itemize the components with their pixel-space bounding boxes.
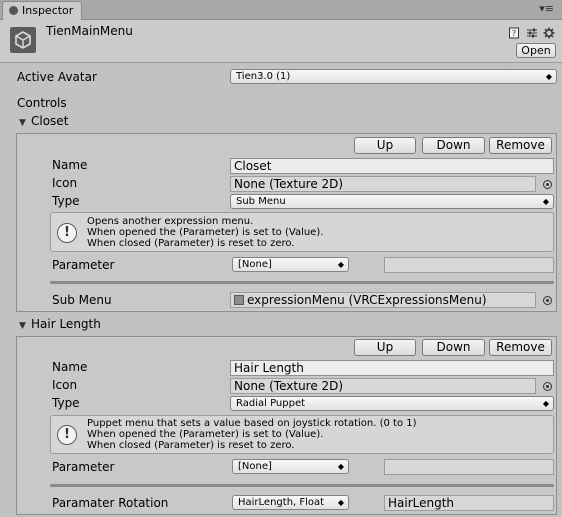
rotation-parameter-dropdown[interactable]: HairLength, Float ◆ (232, 495, 349, 510)
svg-text:?: ? (512, 29, 516, 38)
down-button[interactable]: Down (422, 339, 485, 356)
remove-button[interactable]: Remove (489, 339, 552, 356)
submenu-value: expressionMenu (VRCExpressionsMenu) (247, 293, 487, 307)
dropdown-arrow-icon: ◆ (337, 462, 344, 471)
name-field[interactable]: Closet (230, 158, 554, 174)
dropdown-arrow-icon: ◆ (337, 498, 344, 507)
name-field[interactable]: Hair Length (230, 360, 554, 376)
parameter-dropdown[interactable]: [None] ◆ (232, 459, 349, 474)
tab-inspector[interactable]: Inspector (2, 1, 82, 20)
parameter-value-field (384, 257, 554, 273)
foldout-label: Closet (31, 114, 69, 128)
object-picker-icon[interactable] (543, 296, 552, 305)
parameter-value: [None] (238, 461, 272, 472)
foldout-label: Hair Length (31, 317, 101, 331)
type-value: Sub Menu (236, 196, 286, 207)
open-button[interactable]: Open (516, 43, 556, 58)
type-dropdown[interactable]: Radial Puppet ◆ (230, 396, 554, 411)
help-line: When closed (Parameter) is reset to zero… (87, 440, 295, 451)
object-picker-icon[interactable] (543, 382, 552, 391)
active-avatar-value: Tien3.0 (1) (236, 71, 291, 82)
help-line: Puppet menu that sets a value based on j… (87, 418, 417, 429)
up-button[interactable]: Up (354, 339, 416, 356)
help-line: When opened the (Parameter) is set to (V… (87, 429, 324, 440)
dropdown-arrow-icon: ◆ (337, 260, 344, 269)
type-value: Radial Puppet (236, 398, 306, 409)
parameter-value: [None] (238, 259, 272, 270)
dropdown-arrow-icon: ◆ (545, 72, 552, 81)
submenu-label: Sub Menu (52, 293, 112, 307)
tab-bar (0, 0, 562, 20)
foldout-arrow-icon: ▼ (19, 321, 26, 331)
asset-title: TienMainMenu (46, 24, 133, 38)
controls-label: Controls (17, 96, 67, 110)
foldout-arrow-icon: ▼ (19, 118, 26, 128)
type-label: Type (52, 396, 80, 410)
inspector-icon (9, 6, 18, 15)
active-avatar-label: Active Avatar (17, 70, 97, 84)
help-line: Opens another expression menu. (87, 216, 254, 227)
rotation-value: HairLength, Float (238, 497, 325, 508)
foldout-hair-length[interactable]: ▼ Hair Length (19, 317, 101, 334)
rotation-text-field: HairLength (384, 495, 554, 511)
type-dropdown[interactable]: Sub Menu ◆ (230, 194, 554, 209)
parameter-value-field (384, 459, 554, 475)
sliders-icon[interactable] (526, 27, 538, 39)
remove-button[interactable]: Remove (489, 137, 552, 154)
foldout-closet[interactable]: ▼ Closet (19, 114, 68, 131)
icon-object-field[interactable]: None (Texture 2D) (230, 176, 536, 192)
unity-logo-icon (10, 27, 36, 53)
submenu-object-field[interactable]: expressionMenu (VRCExpressionsMenu) (230, 292, 536, 308)
parameter-label: Parameter (52, 258, 115, 272)
dropdown-arrow-icon: ◆ (542, 197, 549, 206)
separator (50, 281, 554, 284)
parameter-dropdown[interactable]: [None] ◆ (232, 257, 349, 272)
up-button[interactable]: Up (354, 137, 416, 154)
tab-menu-button[interactable]: ▾≡ (539, 3, 554, 15)
help-line: When closed (Parameter) is reset to zero… (87, 238, 295, 249)
active-avatar-dropdown[interactable]: Tien3.0 (1) ◆ (230, 69, 557, 84)
dropdown-arrow-icon: ◆ (542, 399, 549, 408)
gear-icon[interactable] (543, 27, 555, 39)
help-line: When opened the (Parameter) is set to (V… (87, 227, 324, 238)
separator (50, 484, 554, 487)
help-book-icon[interactable]: ? (508, 27, 520, 39)
icon-object-field[interactable]: None (Texture 2D) (230, 378, 536, 394)
down-button[interactable]: Down (422, 137, 485, 154)
name-label: Name (52, 158, 88, 172)
tab-label: Inspector (22, 4, 74, 17)
object-picker-icon[interactable] (543, 180, 552, 189)
type-label: Type (52, 194, 80, 208)
parameter-label: Parameter (52, 460, 115, 474)
script-asset-icon (234, 295, 244, 305)
info-icon: ! (57, 425, 77, 445)
icon-label: Icon (52, 378, 78, 392)
info-icon: ! (57, 223, 77, 243)
icon-label: Icon (52, 176, 78, 190)
name-label: Name (52, 360, 88, 374)
rotation-label: Paramater Rotation (52, 496, 169, 510)
